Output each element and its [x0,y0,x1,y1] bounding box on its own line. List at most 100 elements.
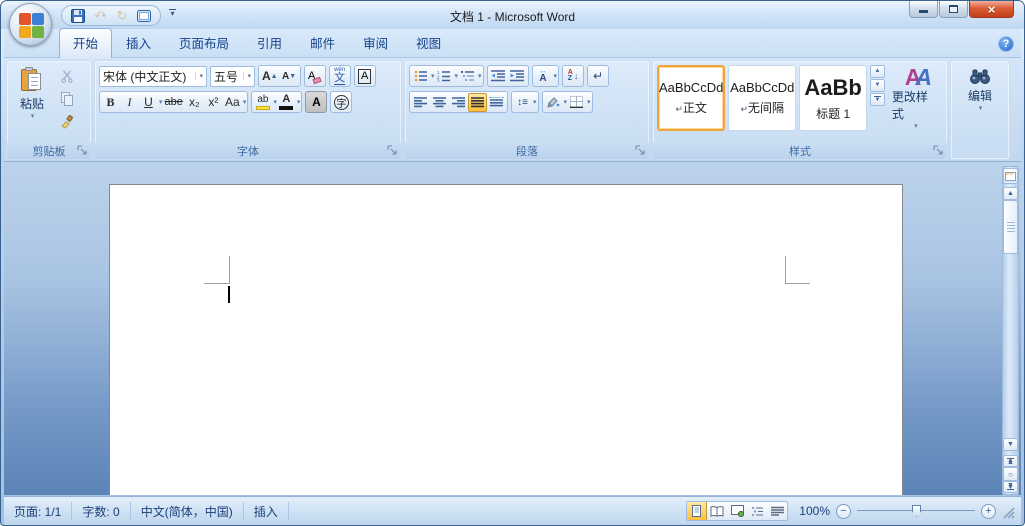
editing-button[interactable]: 编辑 ▾ [964,65,996,157]
font-color-button[interactable]: A [277,93,296,112]
subscript-button[interactable]: x₂ [185,93,204,112]
styles-scroll-up-button[interactable]: ▲ [870,65,885,78]
asian-layout-dropdown-icon[interactable]: ▾ [554,72,558,80]
superscript-button[interactable]: x² [204,93,223,112]
line-spacing-button[interactable]: ↕≡ [513,93,532,112]
multilevel-dropdown-icon[interactable]: ▾ [478,72,482,80]
tab-review[interactable]: 审阅 [349,29,402,57]
grow-font-button[interactable]: A ▲ [260,67,280,86]
vertical-scrollbar[interactable]: ▲ ▼ ▲ ▲ ○ ▼ ▼ [1002,166,1019,495]
customize-qat-button[interactable]: ▾ [169,9,176,18]
tab-page-layout[interactable]: 页面布局 [165,29,243,57]
highlight-color-button[interactable]: ab [253,93,272,112]
decrease-indent-button[interactable] [489,67,508,86]
draft-view-button[interactable] [767,502,787,520]
view-ruler-button[interactable] [1003,168,1018,184]
change-styles-button[interactable]: AA 更改样式 ▾ [888,65,943,131]
multilevel-list-button[interactable] [458,67,477,86]
format-painter-button[interactable] [57,112,77,132]
underline-dropdown-icon[interactable]: ▾ [159,98,163,106]
asian-layout-button[interactable]: ↔ A [534,67,553,86]
save-button[interactable] [70,8,86,24]
zoom-in-button[interactable]: + [981,503,996,519]
tab-mailings[interactable]: 邮件 [296,29,349,57]
zoom-slider-thumb[interactable] [912,505,921,517]
styles-dialog-launcher[interactable] [933,145,944,156]
zoom-level-button[interactable]: 100% [794,504,830,518]
styles-gallery-more-button[interactable]: ▼ [870,93,885,106]
redo-button[interactable]: ↻ [114,8,130,24]
zoom-slider[interactable] [857,504,975,518]
scroll-down-button[interactable]: ▼ [1003,438,1018,451]
shading-button[interactable] [544,93,563,112]
numbering-button[interactable]: 123 [435,67,454,86]
enclose-characters-button[interactable]: 字 [330,91,353,113]
close-button[interactable]: × [969,1,1014,18]
full-screen-reading-view-button[interactable] [707,502,727,520]
tab-view[interactable]: 视图 [402,29,455,57]
shrink-font-button[interactable]: A ▼ [280,67,299,86]
change-case-dropdown-icon[interactable]: ▾ [243,98,247,106]
borders-button[interactable] [567,93,586,112]
status-insert-mode[interactable]: 插入 [244,502,289,520]
next-page-button[interactable]: ▼ ▼ [1003,481,1018,493]
font-color-dropdown-icon[interactable]: ▾ [297,98,301,106]
status-word-count[interactable]: 字数: 0 [72,502,131,520]
status-page[interactable]: 页面: 1/1 [4,502,73,520]
underline-button[interactable]: U [139,93,158,112]
show-hide-button[interactable]: ↵ [587,65,610,87]
justify-button[interactable] [468,92,487,112]
cut-button[interactable] [57,66,77,86]
document-view-button[interactable] [136,8,152,24]
align-center-button[interactable] [430,93,449,112]
tab-insert[interactable]: 插入 [112,29,165,57]
outline-view-button[interactable] [747,502,767,520]
resize-grip[interactable] [1002,506,1015,519]
clear-formatting-button[interactable]: A [303,65,326,87]
document-page[interactable] [109,184,903,495]
phonetic-guide-button[interactable]: wén 文 [328,65,351,87]
undo-button[interactable]: ↶ ▾ [92,8,108,24]
strikethrough-button[interactable]: abe [163,93,185,112]
distributed-button[interactable] [487,93,506,112]
zoom-out-button[interactable]: − [836,503,851,519]
clipboard-dialog-launcher[interactable] [77,145,88,156]
character-border-button[interactable]: A [353,65,376,87]
style-normal[interactable]: AaBbCcDd ↵正文 [657,65,726,131]
sort-button[interactable]: A Z ↓ [562,65,585,87]
character-border-icon: A [357,68,372,84]
change-case-button[interactable]: Aa [223,93,242,112]
align-left-button[interactable] [411,93,430,112]
status-language[interactable]: 中文(简体，中国) [131,502,244,520]
align-right-button[interactable] [449,93,468,112]
bullets-button[interactable] [411,67,430,86]
maximize-button[interactable] [939,1,968,18]
select-browse-object-button[interactable]: ○ [1003,467,1018,481]
borders-dropdown-icon[interactable]: ▾ [587,98,591,106]
font-dialog-launcher[interactable] [387,145,398,156]
increase-indent-button[interactable] [508,67,527,86]
scrollbar-thumb[interactable] [1003,200,1018,254]
office-button[interactable] [9,3,52,46]
bold-button[interactable]: B [101,93,120,112]
minimize-button[interactable] [909,1,938,18]
tab-home[interactable]: 开始 [59,28,113,58]
italic-button[interactable]: I [120,93,139,112]
print-layout-view-button[interactable] [687,502,707,520]
style-no-spacing[interactable]: AaBbCcDd ↵无间隔 [728,65,797,131]
style-heading1[interactable]: AaBb 标题 1 [799,65,868,131]
scroll-up-button[interactable]: ▲ [1003,187,1018,200]
styles-scroll-down-button[interactable]: ▼ [870,79,885,92]
paragraph-dialog-launcher[interactable] [635,145,646,156]
paste-button[interactable]: 粘贴 ▾ [11,65,53,140]
line-spacing-dropdown-icon[interactable]: ▾ [533,98,537,106]
previous-page-button[interactable]: ▲ ▲ [1003,455,1018,467]
tab-references[interactable]: 引用 [243,29,296,57]
web-layout-view-button[interactable] [727,502,747,520]
help-button[interactable]: ? [998,36,1014,52]
copy-button[interactable] [57,89,77,109]
font-name-combo[interactable]: 宋体 (中文正文) ▾ [99,65,207,87]
bullets-dropdown-icon[interactable]: ▾ [431,72,435,80]
character-shading-button[interactable]: A [305,91,328,113]
font-size-combo[interactable]: 五号 ▾ [210,65,255,87]
